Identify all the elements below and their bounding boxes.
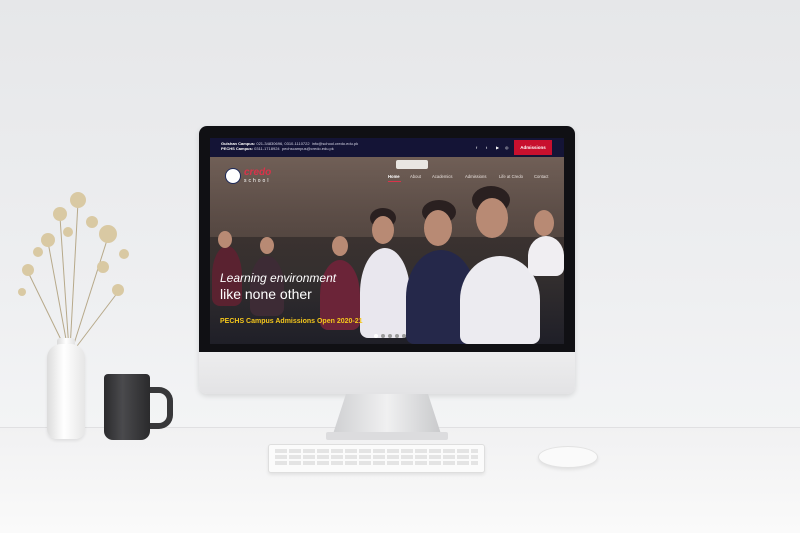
student-face <box>332 236 348 256</box>
top-info-bar: Gulshan Campus: 021-34830696, 0310-11107… <box>210 138 564 157</box>
monitor-stand <box>333 394 441 434</box>
keyboard <box>268 444 485 473</box>
nav-home[interactable]: Home <box>388 174 400 179</box>
slider-dots <box>374 334 406 338</box>
vase <box>47 344 85 439</box>
nav-about[interactable]: About <box>410 174 421 179</box>
contact-info: Gulshan Campus: 021-34830696, 0310-11107… <box>221 141 358 151</box>
key-row <box>275 461 478 465</box>
admissions-announcement[interactable]: PECHS Campus Admissions Open 2020-21 <box>220 318 363 325</box>
hero-headline-line2: like none other <box>220 286 312 302</box>
student-face <box>476 198 508 238</box>
air-conditioner <box>396 160 428 169</box>
admissions-button[interactable]: Admissions <box>514 140 552 155</box>
slider-dot[interactable] <box>381 334 385 338</box>
student-figure <box>360 248 410 338</box>
logo-crest-icon <box>225 168 241 184</box>
instagram-icon[interactable]: ◎ <box>505 145 509 150</box>
coffee-mug <box>104 374 150 440</box>
nav-active-underline <box>388 181 401 182</box>
dried-flowers <box>18 192 129 351</box>
monitor-stand-base <box>326 432 448 440</box>
slider-dot[interactable] <box>395 334 399 338</box>
pechs-label: PECHS Campus: <box>221 146 254 152</box>
nav-academics[interactable]: Academics <box>432 174 452 179</box>
pechs-phones: 0311-1718924 <box>254 146 280 152</box>
monitor-chin <box>199 352 575 394</box>
mouse <box>538 446 598 468</box>
logo-word-school: school <box>244 178 271 184</box>
slider-dot[interactable] <box>402 334 406 338</box>
nav-contact[interactable]: Contact <box>534 174 548 179</box>
key-row <box>275 455 478 459</box>
student-figure <box>528 236 564 276</box>
website-screen: Gulshan Campus: 021-34830696, 0310-11107… <box>210 138 564 344</box>
student-face <box>260 237 274 254</box>
key-row <box>275 449 478 453</box>
slider-dot[interactable] <box>374 334 378 338</box>
nav-admissions[interactable]: Admissions <box>465 174 486 179</box>
facebook-icon[interactable]: f <box>476 145 477 150</box>
student-face <box>372 216 394 244</box>
slider-dot[interactable] <box>388 334 392 338</box>
student-face <box>424 210 452 246</box>
credo-school-logo[interactable]: credo school <box>225 167 271 185</box>
hero-headline-line1: Learning environment <box>220 271 337 285</box>
twitter-icon[interactable]: t <box>486 145 487 150</box>
student-face <box>534 210 554 236</box>
student-face <box>218 231 232 248</box>
youtube-icon[interactable]: ▶ <box>496 145 499 150</box>
pechs-email[interactable]: pechscampus@credo.edu.pk <box>282 146 334 151</box>
nav-life-at-credo[interactable]: Life at Credo <box>499 174 523 179</box>
